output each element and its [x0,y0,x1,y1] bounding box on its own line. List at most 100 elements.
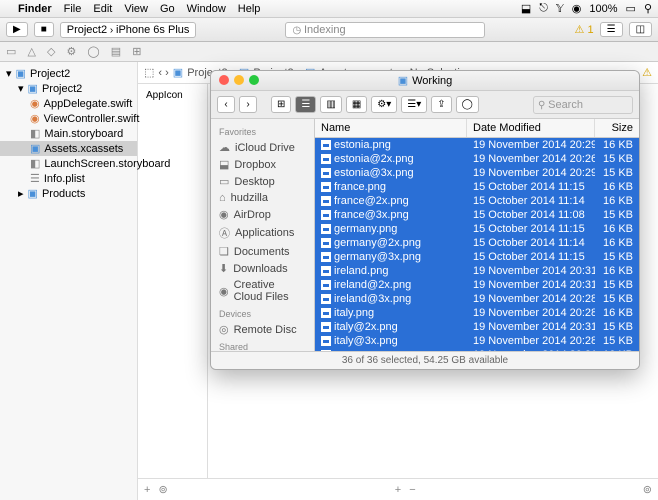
action-button[interactable]: ☰▾ [401,96,427,113]
file-row[interactable]: ireland@3x.png19 November 2014 20:2815 K… [315,292,639,306]
file-row[interactable]: ireland.png19 November 2014 20:3116 KB [315,264,639,278]
file-row[interactable]: france@2x.png15 October 2014 11:1416 KB [315,194,639,208]
sidebar-item[interactable]: ❏Documents [211,243,314,260]
sidebar-item[interactable]: ▭Desktop [211,173,314,190]
sidebar-item[interactable]: ⌂hudzilla [211,190,314,206]
tags-button[interactable]: ◯ [456,96,479,113]
menu-go[interactable]: Go [160,3,175,15]
view-list[interactable]: ☰ [295,96,316,113]
asset-outline[interactable]: AppIcon [138,84,208,478]
warning-icon[interactable]: ⚠ [642,66,652,79]
menu-window[interactable]: Window [187,3,226,15]
app-name[interactable]: Finder [18,3,52,15]
project-navigator[interactable]: ▾▣Project2 ▾▣Project2 ◉AppDelegate.swift… [0,62,138,500]
finder-titlebar[interactable]: ▣Working [211,71,639,91]
stop-button[interactable]: ■ [34,22,54,37]
group-project2[interactable]: ▾▣Project2 [0,81,137,96]
view-columns[interactable]: ▥ [320,96,341,113]
menu-edit[interactable]: Edit [93,3,112,15]
col-date[interactable]: Date Modified [467,119,595,137]
file-icon [321,280,331,290]
asset-appicon[interactable]: AppIcon [142,88,203,103]
back-button[interactable]: ‹ [217,96,235,113]
file-launchscreen[interactable]: ◧LaunchScreen.storyboard [0,156,137,171]
file-row[interactable]: estonia@2x.png19 November 2014 20:2615 K… [315,152,639,166]
related-items-icon[interactable]: ⬚ [144,66,154,79]
share-button[interactable]: ⇪ [431,96,451,113]
battery-icon[interactable]: ▭ [626,2,636,15]
file-row[interactable]: estonia.png19 November 2014 20:2916 KB [315,138,639,152]
file-row[interactable]: ireland@2x.png19 November 2014 20:3115 K… [315,278,639,292]
sidebar-item[interactable]: ☁iCloud Drive [211,139,314,156]
remove-asset-button[interactable]: − [409,484,415,496]
file-assets[interactable]: ▣Assets.xcassets [0,141,137,156]
file-icon [321,266,331,276]
sidebar-icon: ▭ [219,175,229,188]
menu-view[interactable]: View [124,3,148,15]
close-icon[interactable] [219,75,229,85]
group-products[interactable]: ▸▣Products [0,186,137,201]
finder-window: ▣Working ‹ › ⊞ ☰ ▥ ▦ ⚙▾ ☰▾ ⇪ ◯ ⚲ Search … [210,70,640,370]
file-row[interactable]: italy@3x.png19 November 2014 20:2815 KB [315,334,639,348]
col-size[interactable]: Size [595,119,639,137]
view-icons[interactable]: ⊞ [271,96,291,113]
file-appdelegate[interactable]: ◉AppDelegate.swift [0,96,137,111]
sidebar-item[interactable]: ◉AirDrop [211,206,314,223]
file-icon [321,350,331,351]
editor-standard[interactable]: ☰ [600,22,623,37]
file-icon [321,224,331,234]
menu-file[interactable]: File [64,3,82,15]
file-mainstoryboard[interactable]: ◧Main.storyboard [0,126,137,141]
file-icon [321,196,331,206]
file-infoplist[interactable]: ☰Info.plist [0,171,137,186]
sidebar-icon: ⬇ [219,262,228,275]
file-icon [321,238,331,248]
file-icon [321,322,331,332]
finder-status-bar: 36 of 36 selected, 54.25 GB available [211,351,639,369]
file-icon [321,252,331,262]
filter-icon-right[interactable]: ⊚ [643,483,652,496]
file-row[interactable]: germany@2x.png15 October 2014 11:1416 KB [315,236,639,250]
sidebar-item[interactable]: ⒶApplications [211,223,314,243]
view-gallery[interactable]: ▦ [346,96,367,113]
sidebar-item[interactable]: ⬇Downloads [211,260,314,277]
scheme-selector[interactable]: Project2 › iPhone 6s Plus [60,22,197,38]
arrange-button[interactable]: ⚙▾ [371,96,397,113]
filter-icon[interactable]: ⊚ [158,483,167,496]
zoom-icon[interactable] [249,75,259,85]
twitter-icon[interactable]: 𝕐 [556,2,564,15]
wifi-icon[interactable]: ◉ [572,2,582,15]
forward-button[interactable]: › [239,96,257,113]
dropbox-icon[interactable]: ⬓ [521,2,531,15]
file-row[interactable]: france.png15 October 2014 11:1516 KB [315,180,639,194]
file-row[interactable]: italy.png19 November 2014 20:2816 KB [315,306,639,320]
filter-bar: + ⊚ + − ⊚ [138,478,658,500]
add-asset-button[interactable]: + [395,484,401,496]
run-button[interactable]: ▶ [6,22,28,37]
column-headers[interactable]: Name Date Modified Size [315,119,639,138]
editor-assistant[interactable]: ◫ [629,22,652,37]
col-name[interactable]: Name [315,119,467,137]
spotlight-icon[interactable]: ⚲ [644,2,652,15]
sidebar-item[interactable]: ⬓Dropbox [211,156,314,173]
file-row[interactable]: italy@2x.png19 November 2014 20:3115 KB [315,320,639,334]
nav-icons[interactable]: ▭ △ ◇ ⚙ ◯ ▤ ⊞ [6,45,145,58]
sidebar-item[interactable]: ◎Remote Disc [211,321,314,338]
status-icon[interactable]: ⎋ [539,2,548,15]
sidebar-icon: ◉ [219,285,229,298]
file-row[interactable]: germany.png15 October 2014 11:1516 KB [315,222,639,236]
finder-file-list[interactable]: Name Date Modified Size estonia.png19 No… [315,119,639,351]
warning-badge[interactable]: ⚠ 1 [575,23,594,36]
file-viewcontroller[interactable]: ◉ViewController.swift [0,111,137,126]
shared-header: Shared [211,338,314,351]
file-row[interactable]: france@3x.png15 October 2014 11:0815 KB [315,208,639,222]
minimize-icon[interactable] [234,75,244,85]
file-row[interactable]: estonia@3x.png19 November 2014 20:2915 K… [315,166,639,180]
project-root[interactable]: ▾▣Project2 [0,66,137,81]
file-row[interactable]: germany@3x.png15 October 2014 11:1515 KB [315,250,639,264]
add-button[interactable]: + [144,484,150,496]
sidebar-item[interactable]: ◉Creative Cloud Files [211,277,314,305]
menu-help[interactable]: Help [238,3,261,15]
search-input[interactable]: ⚲ Search [533,96,633,114]
finder-sidebar[interactable]: Favorites ☁iCloud Drive⬓Dropbox▭Desktop⌂… [211,119,315,351]
